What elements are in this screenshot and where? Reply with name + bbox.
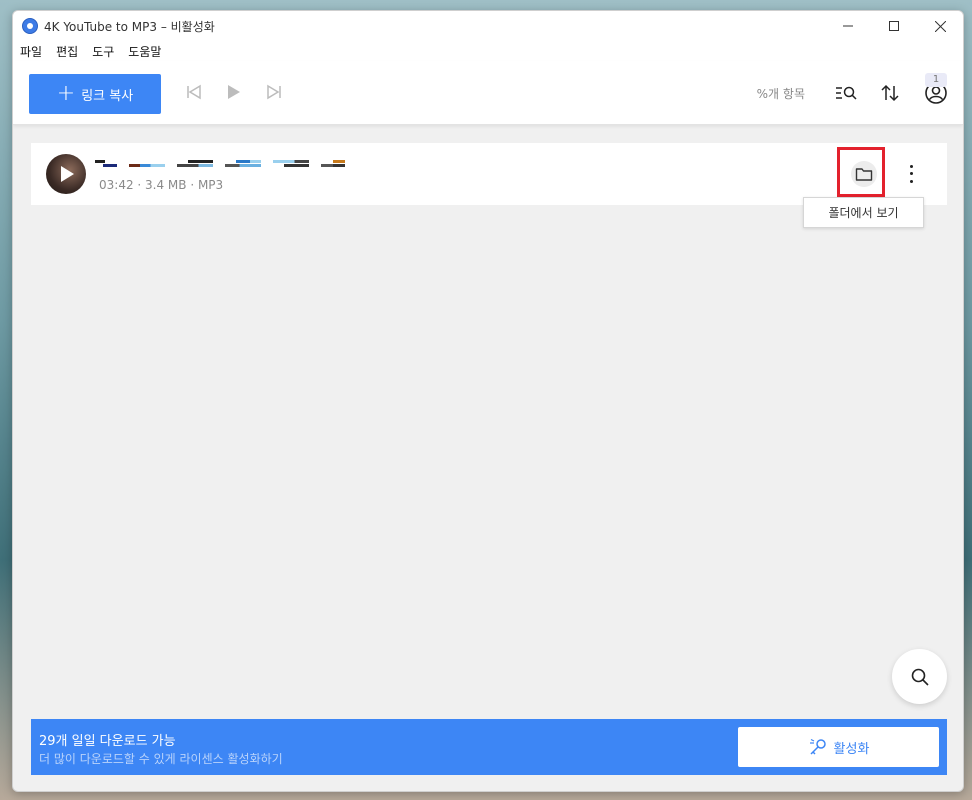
list-item[interactable]: 03:42 · 3.4 MB · MP3: [31, 143, 947, 205]
highlight-box: [837, 147, 885, 197]
menu-bar: 파일 편집 도구 도움말: [13, 41, 963, 61]
title-bar: 4K YouTube to MP3 – 비활성화: [13, 11, 963, 41]
skip-next-icon[interactable]: [265, 81, 283, 103]
notification-badge: 1: [925, 73, 947, 87]
search-list-icon[interactable]: [833, 80, 859, 106]
activate-button[interactable]: 활성화: [738, 727, 939, 767]
play-icon: [61, 166, 74, 182]
banner-title: 29개 일일 다운로드 가능: [39, 734, 176, 749]
app-window: 4K YouTube to MP3 – 비활성화 파일 편집 도구 도움말 + …: [12, 10, 964, 792]
skip-previous-icon[interactable]: [185, 81, 203, 103]
maximize-icon: [889, 21, 899, 31]
key-icon: [809, 738, 826, 755]
menu-file[interactable]: 파일: [20, 43, 42, 60]
sort-icon[interactable]: [877, 80, 903, 106]
toolbar: + 링크 복사 %개 항목 1: [13, 61, 963, 125]
window-controls: [825, 11, 963, 41]
minimize-button[interactable]: [825, 11, 871, 41]
plus-icon: +: [56, 81, 76, 106]
show-in-folder-tooltip: 폴더에서 보기: [803, 197, 924, 228]
search-button[interactable]: [892, 649, 947, 704]
track-thumbnail[interactable]: [46, 154, 86, 194]
paste-link-button[interactable]: + 링크 복사: [29, 74, 161, 114]
banner-subtitle: 더 많이 다운로드할 수 있게 라이센스 활성화하기: [39, 752, 283, 766]
minimize-icon: [843, 25, 853, 27]
play-icon[interactable]: [225, 81, 243, 103]
activation-banner: 29개 일일 다운로드 가능 더 많이 다운로드할 수 있게 라이센스 활성화하…: [31, 719, 947, 775]
maximize-button[interactable]: [871, 11, 917, 41]
window-title: 4K YouTube to MP3 – 비활성화: [44, 19, 215, 34]
menu-help[interactable]: 도움말: [128, 43, 161, 60]
more-vertical-icon: [909, 165, 913, 169]
menu-edit[interactable]: 편집: [56, 43, 78, 60]
menu-tools[interactable]: 도구: [92, 43, 114, 60]
app-logo-icon: [22, 18, 38, 34]
paste-link-label: 링크 복사: [81, 88, 134, 104]
close-icon: [934, 20, 946, 32]
activate-label: 활성화: [833, 741, 870, 757]
items-count: %개 항목: [756, 87, 805, 101]
track-meta: 03:42 · 3.4 MB · MP3: [99, 178, 224, 192]
track-title-obscured: [95, 157, 345, 169]
player-controls: [185, 81, 283, 103]
close-button[interactable]: [917, 11, 963, 41]
search-icon: [911, 668, 929, 686]
more-options-button[interactable]: [903, 163, 919, 185]
